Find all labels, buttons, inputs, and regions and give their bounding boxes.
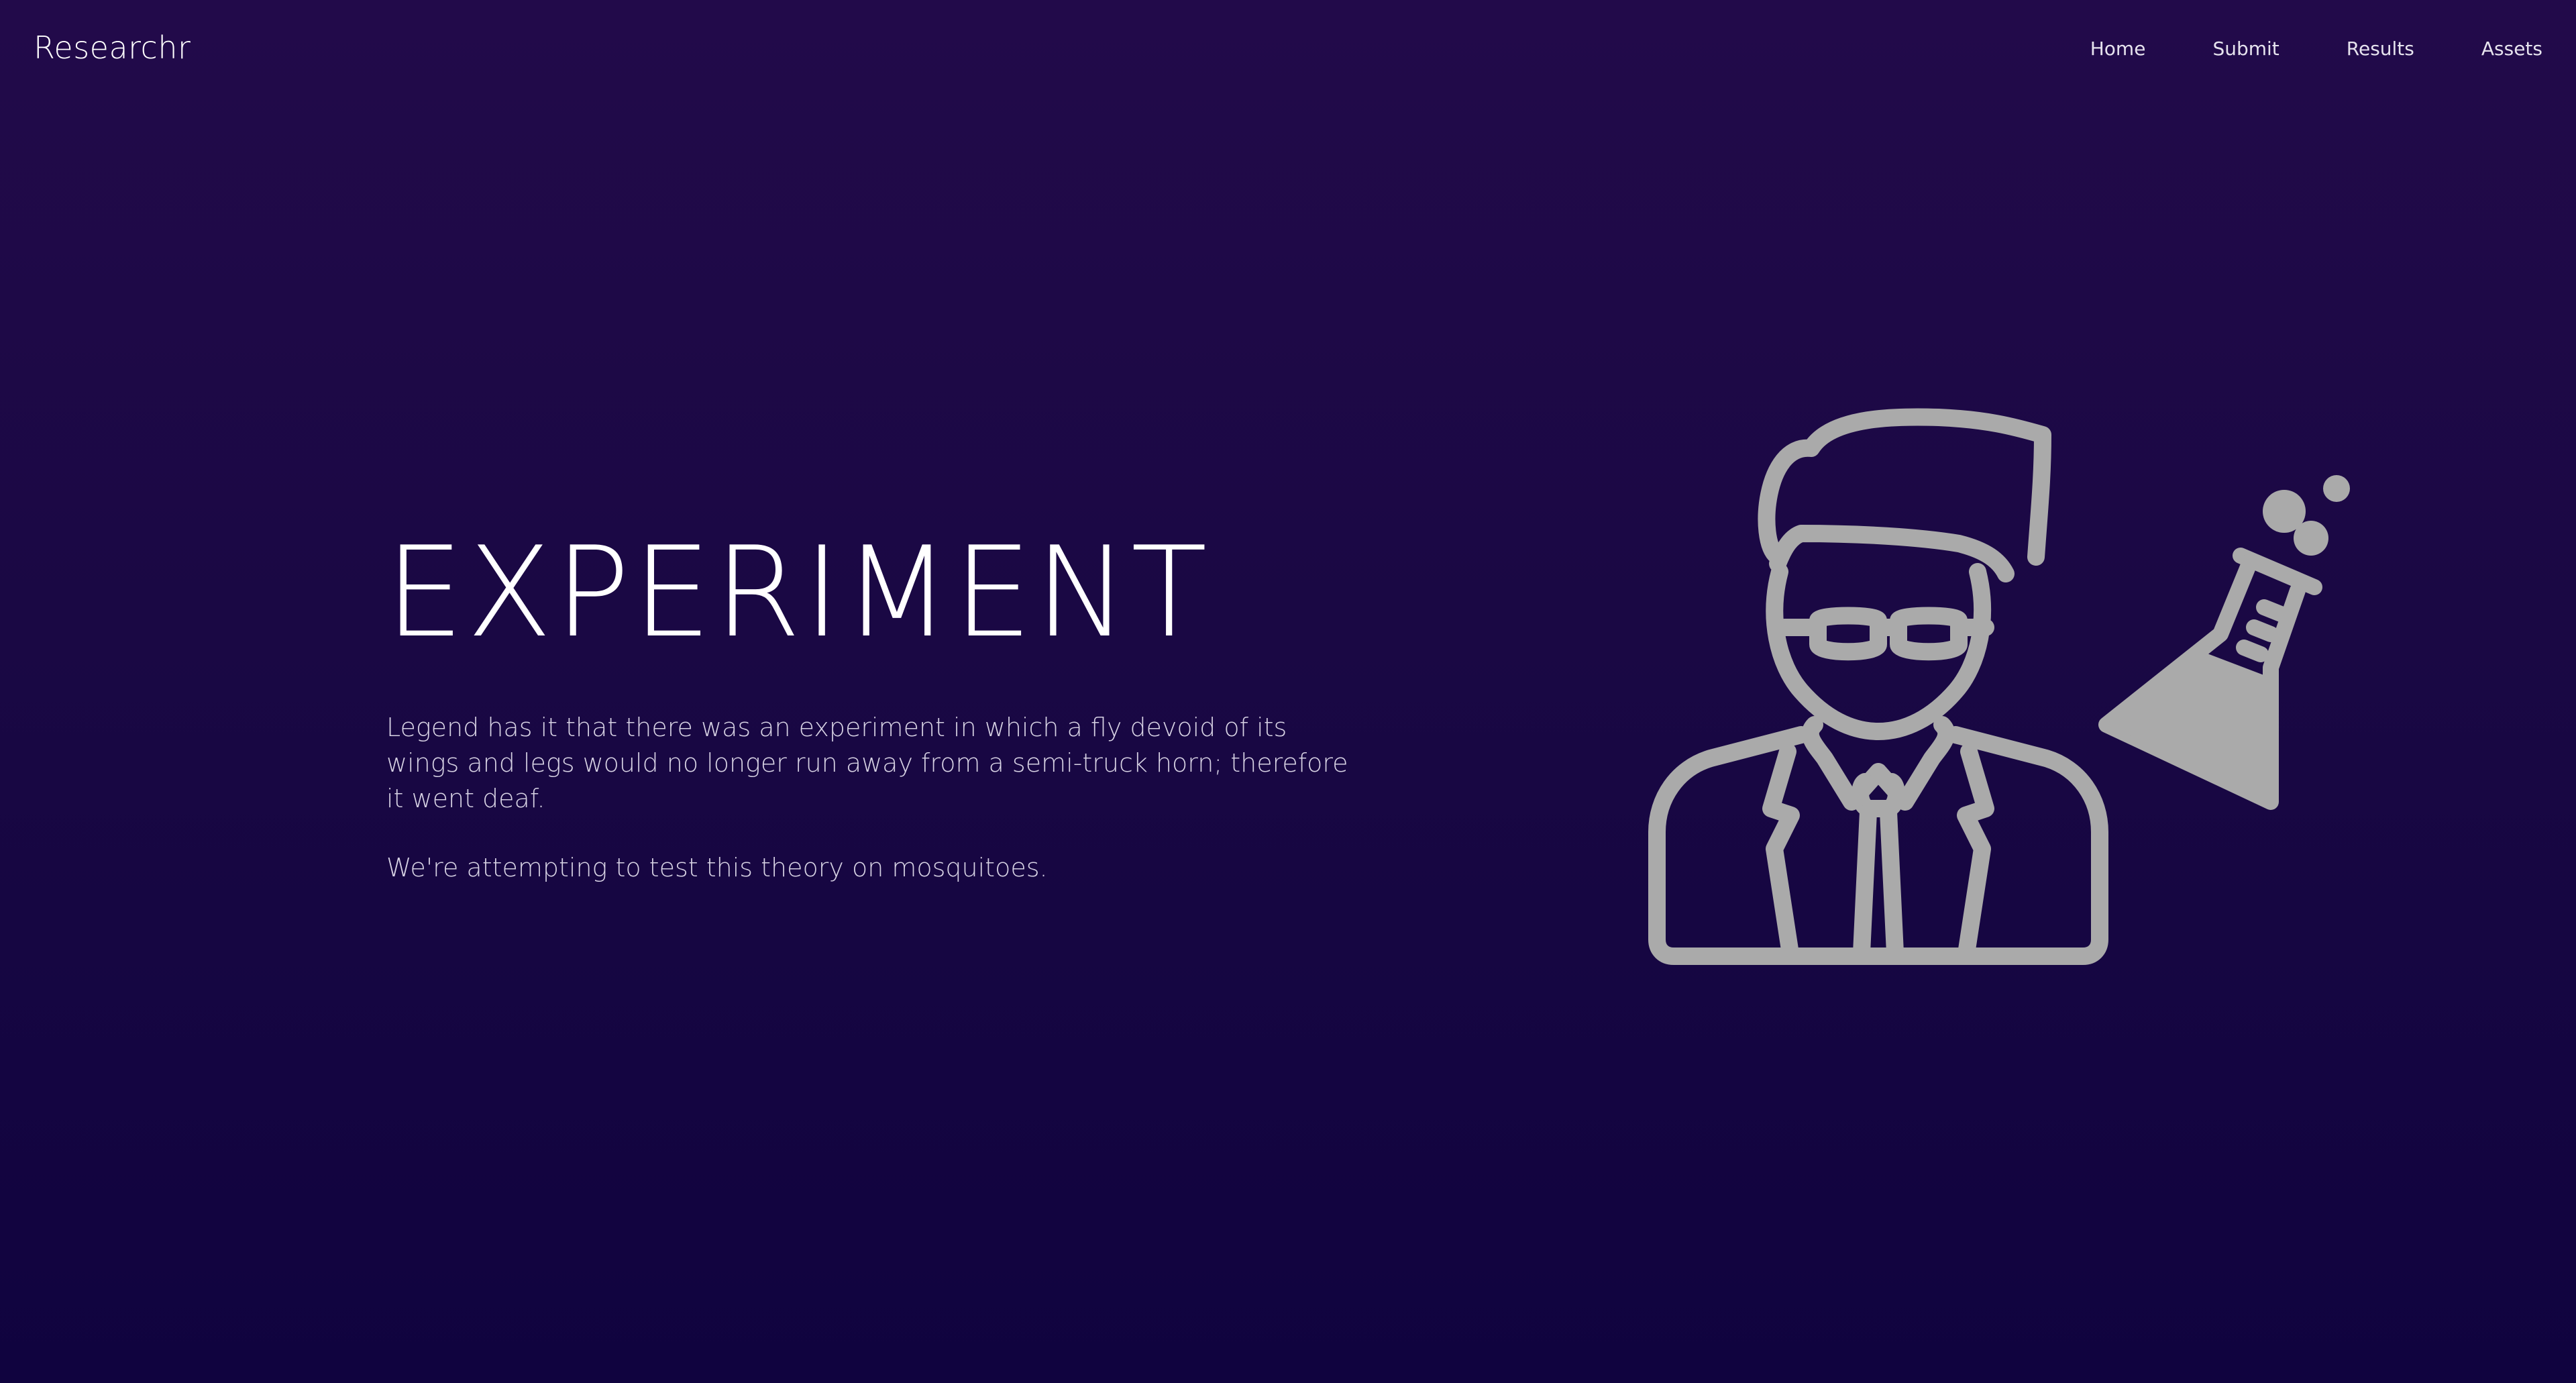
hero-paragraph-2: We're attempting to test this theory on … bbox=[386, 853, 1048, 882]
main-nav: Home Submit Results Assets bbox=[2090, 38, 2542, 60]
nav-link-home[interactable]: Home bbox=[2090, 38, 2146, 60]
hero-title: EXPERIMENT bbox=[385, 519, 1210, 665]
scientist-with-flask-icon bbox=[1637, 396, 2361, 986]
nav-link-results[interactable]: Results bbox=[2347, 38, 2414, 60]
brand-logo-text[interactable]: Researchr bbox=[34, 30, 191, 66]
nav-link-submit[interactable]: Submit bbox=[2212, 38, 2279, 60]
hero-paragraph-1: Legend has it that there was an experime… bbox=[386, 713, 1348, 813]
hero-description: Legend has it that there was an experime… bbox=[386, 710, 1352, 919]
top-navigation-bar: Researchr Home Submit Results Assets bbox=[0, 0, 2576, 101]
nav-link-assets[interactable]: Assets bbox=[2481, 38, 2542, 60]
